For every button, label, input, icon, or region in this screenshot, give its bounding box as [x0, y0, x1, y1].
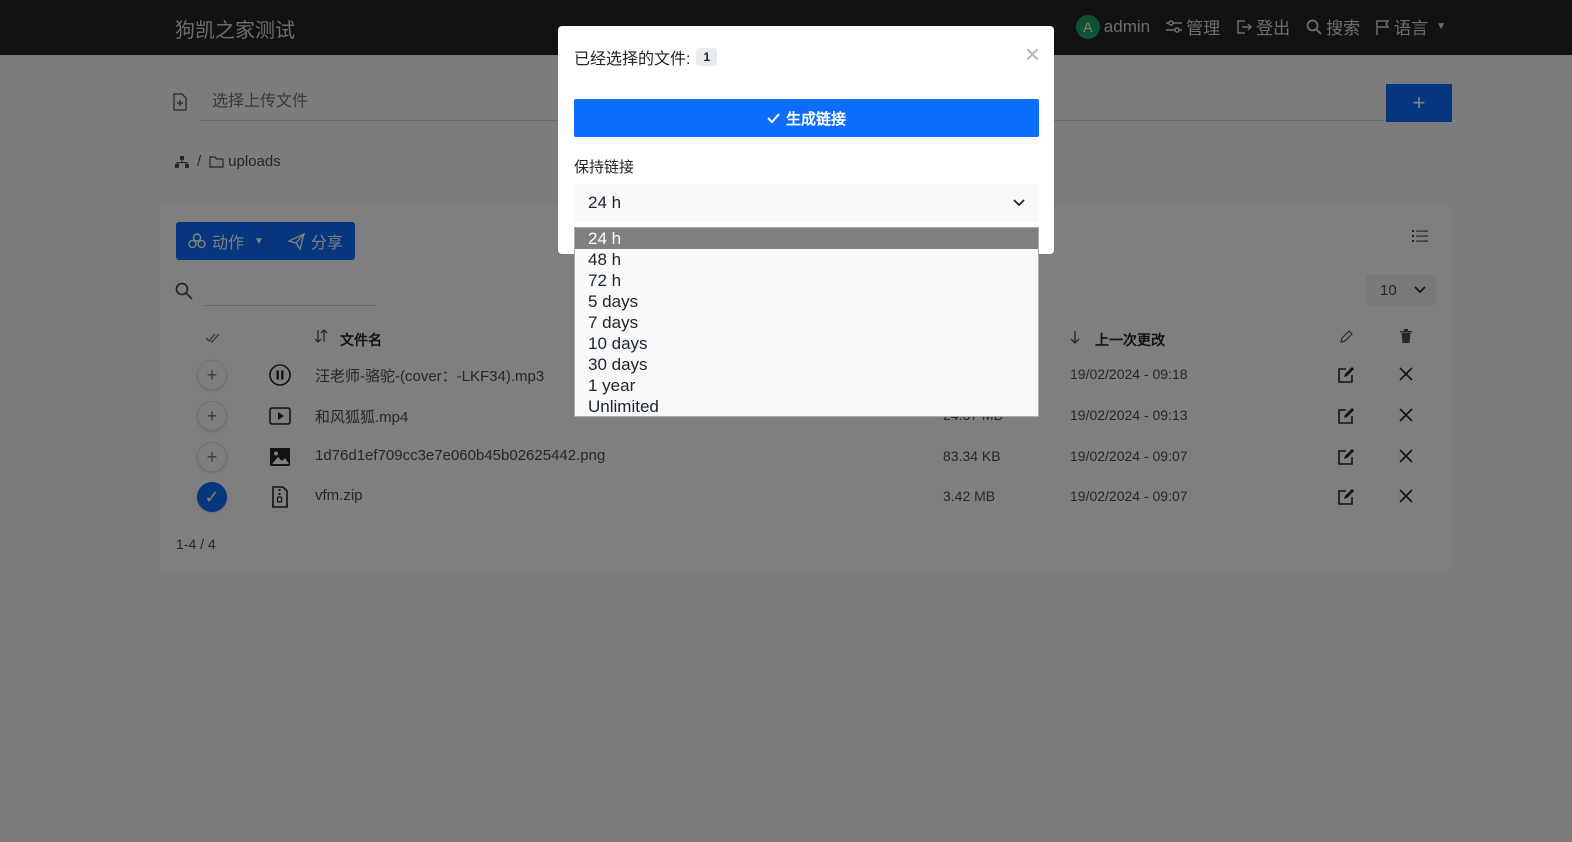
option-10-days[interactable]: 10 days	[575, 333, 1038, 354]
keep-link-options: 24 h 48 h 72 h 5 days 7 days 10 days 30 …	[574, 227, 1039, 417]
check-icon	[767, 113, 780, 123]
modal-title-label: 已经选择的文件:	[574, 51, 691, 68]
option-72h[interactable]: 72 h	[575, 270, 1038, 291]
close-icon[interactable]: ×	[1025, 41, 1040, 67]
option-48h[interactable]: 48 h	[575, 249, 1038, 270]
option-7-days[interactable]: 7 days	[575, 312, 1038, 333]
option-1-year[interactable]: 1 year	[575, 375, 1038, 396]
selected-count-badge: 1	[696, 48, 718, 66]
generate-link-label: 生成链接	[785, 110, 846, 128]
keep-link-selected: 24 h	[588, 193, 622, 212]
modal-title: 已经选择的文件: 1	[574, 45, 718, 69]
option-24h[interactable]: 24 h	[575, 228, 1038, 249]
keep-link-select[interactable]: 24 h	[574, 184, 1039, 222]
keep-link-label: 保持链接	[574, 159, 635, 176]
option-unlimited[interactable]: Unlimited	[575, 396, 1038, 417]
generate-link-button[interactable]: 生成链接	[574, 99, 1039, 137]
option-30-days[interactable]: 30 days	[575, 354, 1038, 375]
share-modal: 已经选择的文件: 1 × 生成链接 保持链接 24 h	[558, 26, 1054, 254]
chevron-down-icon	[1013, 199, 1025, 207]
option-5-days[interactable]: 5 days	[575, 291, 1038, 312]
